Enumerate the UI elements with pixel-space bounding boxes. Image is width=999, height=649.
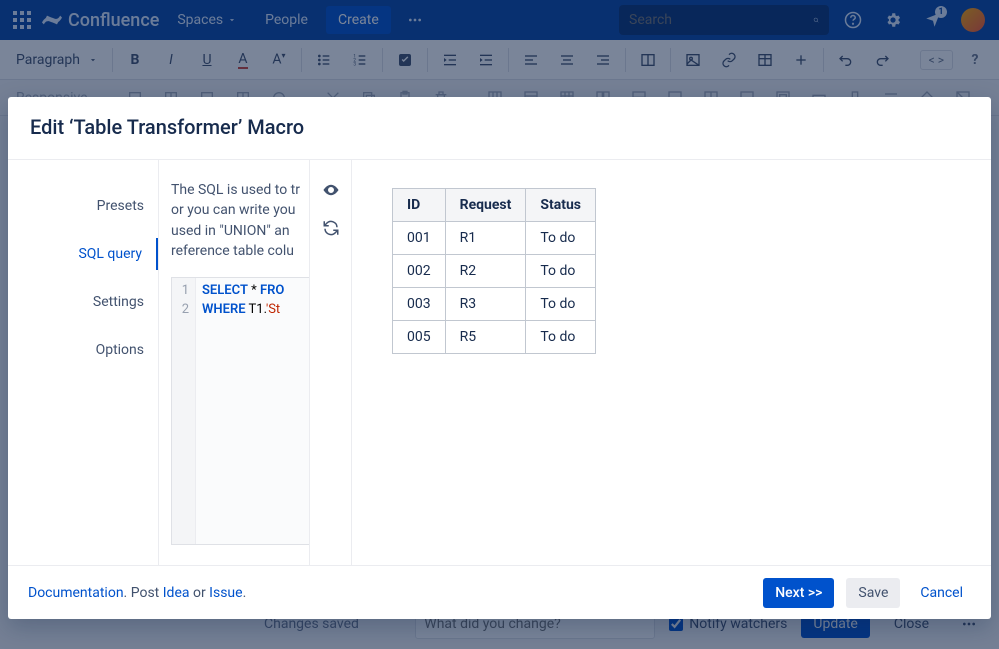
column-header: ID bbox=[393, 189, 446, 222]
documentation-link[interactable]: Documentation bbox=[28, 585, 124, 601]
preview-tools bbox=[310, 160, 352, 565]
table-row: 002R2To do bbox=[393, 255, 596, 288]
table-cell: R1 bbox=[445, 222, 526, 255]
table-header-row: IDRequestStatus bbox=[393, 189, 596, 222]
issue-link[interactable]: Issue bbox=[209, 585, 242, 601]
table-cell: 001 bbox=[393, 222, 446, 255]
sql-gutter: 12 bbox=[172, 278, 196, 544]
idea-link[interactable]: Idea bbox=[163, 585, 190, 601]
preview-eye-icon[interactable] bbox=[319, 178, 343, 202]
macro-editor-modal: Edit ‘Table Transformer’ Macro Presets S… bbox=[8, 97, 991, 619]
modal-title: Edit ‘Table Transformer’ Macro bbox=[8, 97, 991, 159]
table-cell: R3 bbox=[445, 288, 526, 321]
column-header: Status bbox=[526, 189, 596, 222]
tab-options[interactable]: Options bbox=[8, 334, 158, 366]
table-row: 001R1To do bbox=[393, 222, 596, 255]
table-cell: 002 bbox=[393, 255, 446, 288]
sql-editor[interactable]: 12 SELECT * FROWHERE T1.'St bbox=[171, 277, 309, 545]
next-button[interactable]: Next >> bbox=[763, 578, 834, 608]
sql-description: The SQL is used to tror you can write yo… bbox=[171, 180, 309, 261]
table-cell: R5 bbox=[445, 321, 526, 354]
footer-doc-text: Documentation. Post Idea or Issue. bbox=[28, 585, 246, 601]
table-cell: To do bbox=[526, 321, 596, 354]
sql-panel: The SQL is used to tror you can write yo… bbox=[158, 160, 310, 565]
sql-code[interactable]: SELECT * FROWHERE T1.'St bbox=[196, 278, 290, 544]
tab-settings[interactable]: Settings bbox=[8, 286, 158, 318]
column-header: Request bbox=[445, 189, 526, 222]
table-cell: To do bbox=[526, 222, 596, 255]
refresh-icon[interactable] bbox=[319, 216, 343, 240]
cancel-button[interactable]: Cancel bbox=[912, 578, 971, 608]
table-row: 003R3To do bbox=[393, 288, 596, 321]
save-button[interactable]: Save bbox=[846, 578, 900, 608]
tab-presets[interactable]: Presets bbox=[8, 190, 158, 222]
table-row: 005R5To do bbox=[393, 321, 596, 354]
table-cell: R2 bbox=[445, 255, 526, 288]
tab-sql-query[interactable]: SQL query bbox=[8, 238, 158, 270]
table-cell: To do bbox=[526, 288, 596, 321]
preview-table: IDRequestStatus 001R1To do002R2To do003R… bbox=[392, 188, 596, 354]
table-cell: To do bbox=[526, 255, 596, 288]
preview-area: IDRequestStatus 001R1To do002R2To do003R… bbox=[352, 160, 991, 565]
modal-sidebar: Presets SQL query Settings Options bbox=[8, 160, 158, 565]
modal-footer: Documentation. Post Idea or Issue. Next … bbox=[8, 565, 991, 619]
table-cell: 003 bbox=[393, 288, 446, 321]
table-cell: 005 bbox=[393, 321, 446, 354]
